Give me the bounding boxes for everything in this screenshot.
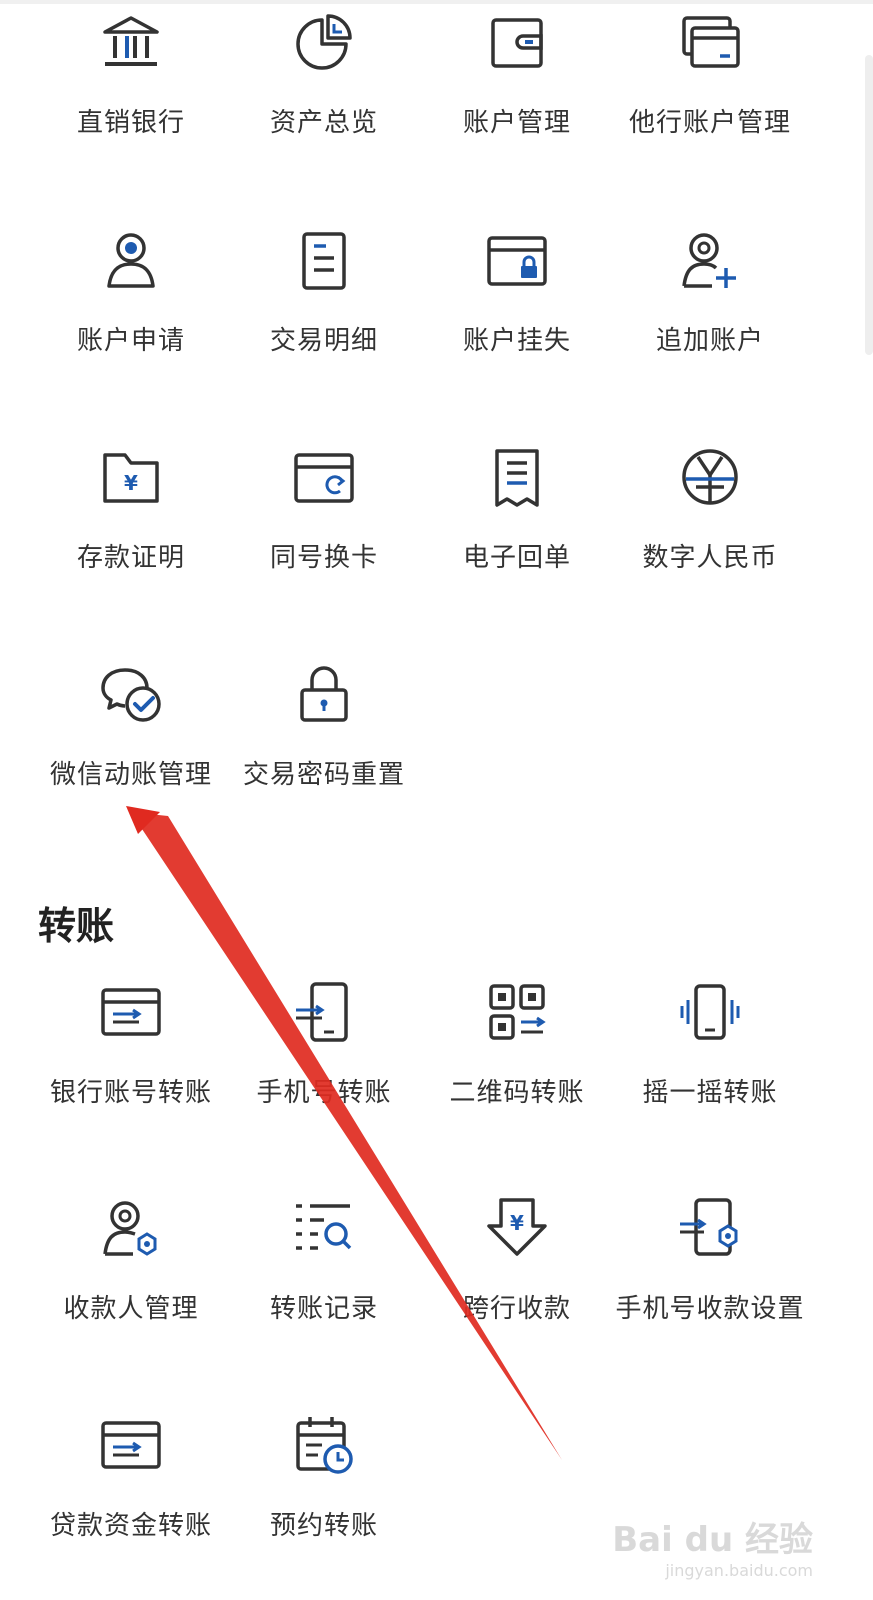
card-lock-icon (487, 236, 547, 286)
section-title-transfer: 转账 (38, 904, 115, 948)
svg-text:¥: ¥ (124, 471, 138, 495)
card-refresh-icon (294, 453, 354, 503)
grid-item-label: 数字人民币 (642, 543, 778, 573)
loan-transfer-icon (101, 1421, 161, 1469)
card-transfer-icon (101, 988, 161, 1036)
grid-item-direct-bank[interactable]: 直销银行 (33, 10, 229, 142)
grid-item-label: 收款人管理 (63, 1294, 199, 1324)
svg-text:¥: ¥ (510, 1211, 524, 1235)
watermark: Bai du 经验 jingyan.baidu.com (612, 1512, 813, 1580)
grid-item-label: 二维码转账 (449, 1078, 585, 1108)
phone-settings-icon (680, 1198, 738, 1256)
grid-item-label: 交易明细 (269, 326, 378, 356)
grid-item-label: 手机号收款设置 (615, 1294, 805, 1324)
grid-item-label: 资产总览 (269, 108, 378, 138)
grid-item-phone-transfer[interactable]: 手机号转账 (226, 980, 422, 1112)
grid-item-bank-account-transfer[interactable]: 银行账号转账 (33, 980, 229, 1112)
grid-item-qr-transfer[interactable]: 二维码转账 (419, 980, 615, 1112)
grid-item-account-management[interactable]: 账户管理 (419, 10, 615, 142)
receipt-icon (495, 449, 539, 507)
grid-item-asset-overview[interactable]: 资产总览 (226, 10, 422, 142)
grid-item-shake-transfer[interactable]: 摇一摇转账 (612, 980, 808, 1112)
grid-item-label: 账户挂失 (462, 326, 571, 356)
watermark-logo: Bai du 经验 (612, 1520, 813, 1560)
grid-item-password-reset[interactable]: 交易密码重置 (226, 662, 422, 794)
wallet-icon (491, 18, 543, 68)
grid-item-phone-collection-settings[interactable]: 手机号收款设置 (612, 1196, 808, 1328)
grid-item-label: 交易密码重置 (242, 760, 405, 790)
grid-item-wechat-notification[interactable]: 微信动账管理 (33, 662, 229, 794)
list-search-icon (296, 1204, 352, 1250)
grid-item-label: 电子回单 (462, 543, 571, 573)
grid-item-label: 手机号转账 (256, 1078, 392, 1108)
grid-item-label: 银行账号转账 (49, 1078, 212, 1108)
document-icon (302, 232, 346, 290)
grid-item-label: 贷款资金转账 (49, 1511, 212, 1541)
grid-item-label: 存款证明 (76, 543, 185, 573)
grid-item-other-bank-accounts[interactable]: 他行账户管理 (612, 10, 808, 142)
grid-item-label: 同号换卡 (269, 543, 378, 573)
folder-yen-icon: ¥ (103, 453, 159, 503)
grid-item-e-receipt[interactable]: 电子回单 (419, 445, 615, 577)
grid-item-payee-management[interactable]: 收款人管理 (33, 1196, 229, 1328)
user-add-icon (682, 233, 736, 288)
digital-yuan-icon (682, 449, 738, 505)
scrollbar[interactable] (865, 55, 873, 355)
grid-item-label: 预约转账 (269, 1511, 378, 1541)
grid-item-add-account[interactable]: 追加账户 (612, 228, 808, 360)
grid-item-label: 账户申请 (76, 326, 185, 356)
grid-item-label: 账户管理 (462, 108, 571, 138)
grid-item-deposit-certificate[interactable]: ¥ 存款证明 (33, 445, 229, 577)
grid-item-card-replacement[interactable]: 同号换卡 (226, 445, 422, 577)
wechat-check-icon (101, 668, 161, 722)
lock-icon (300, 666, 348, 722)
grid-item-scheduled-transfer[interactable]: 预约转账 (226, 1413, 422, 1545)
grid-item-account-application[interactable]: 账户申请 (33, 228, 229, 360)
cards-icon (682, 16, 740, 68)
phone-shake-icon (680, 984, 740, 1040)
yen-down-icon: ¥ (487, 1198, 547, 1256)
grid-item-transaction-details[interactable]: 交易明细 (226, 228, 422, 360)
pie-chart-icon (296, 14, 352, 70)
top-divider (0, 0, 873, 4)
bank-icon (103, 16, 159, 66)
grid-item-label: 他行账户管理 (628, 108, 791, 138)
user-icon (107, 233, 155, 288)
grid-item-label: 微信动账管理 (49, 760, 212, 790)
grid-item-loan-fund-transfer[interactable]: 贷款资金转账 (33, 1413, 229, 1545)
grid-item-label: 跨行收款 (462, 1294, 571, 1324)
grid-item-label: 追加账户 (655, 326, 764, 356)
grid-item-label: 转账记录 (269, 1294, 378, 1324)
grid-item-label: 直销银行 (76, 108, 185, 138)
payee-manage-icon (103, 1201, 157, 1256)
grid-item-transfer-records[interactable]: 转账记录 (226, 1196, 422, 1328)
grid-item-label: 摇一摇转账 (642, 1078, 778, 1108)
grid-item-report-loss[interactable]: 账户挂失 (419, 228, 615, 360)
qr-transfer-icon (489, 984, 546, 1040)
phone-transfer-icon (296, 982, 348, 1042)
calendar-clock-icon (296, 1417, 353, 1474)
grid-item-interbank-collection[interactable]: ¥ 跨行收款 (419, 1196, 615, 1328)
watermark-url: jingyan.baidu.com (665, 1561, 813, 1580)
grid-item-digital-rmb[interactable]: 数字人民币 (612, 445, 808, 577)
